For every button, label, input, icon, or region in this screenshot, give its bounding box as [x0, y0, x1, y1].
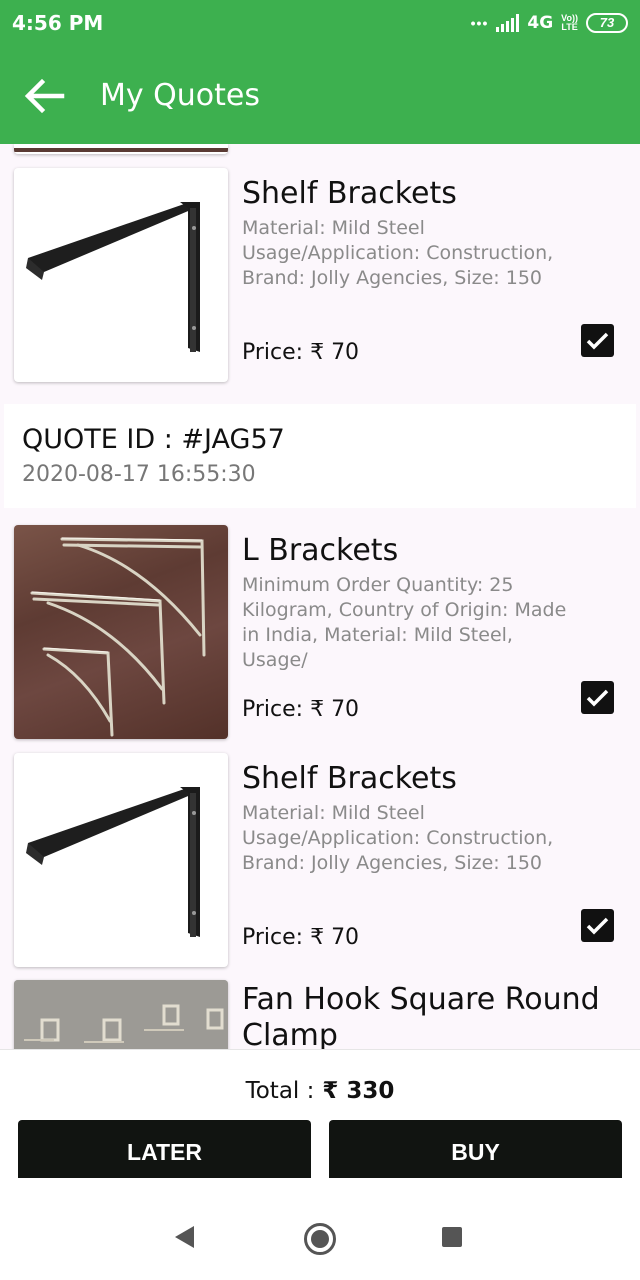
page-title: My Quotes — [100, 78, 261, 113]
product-image-cut — [14, 144, 228, 154]
list-item[interactable]: L Brackets Minimum Order Quantity: 25 Ki… — [0, 525, 640, 741]
quotes-list[interactable]: Shelf Brackets Material: Mild Steel Usag… — [0, 144, 640, 1049]
product-name: L Brackets — [242, 533, 399, 568]
product-image — [14, 168, 228, 382]
list-item[interactable]: Shelf Brackets Material: Mild Steel Usag… — [0, 168, 640, 384]
volte-icon: Vo)) LTE — [561, 13, 578, 32]
nav-recents-icon[interactable] — [442, 1227, 462, 1247]
select-checkbox[interactable] — [581, 681, 614, 714]
battery-icon: 73 — [586, 13, 628, 33]
checkmark-icon — [586, 917, 609, 935]
product-image — [14, 525, 228, 739]
back-button[interactable] — [22, 74, 66, 118]
product-description: Material: Mild Steel Usage/Application: … — [242, 217, 554, 289]
status-bar: 4:56 PM ••• 4G Vo)) LTE 73 — [0, 0, 640, 46]
product-image — [14, 753, 228, 967]
checkout-footer: Total : ₹ 330 LATER BUY — [0, 1049, 640, 1195]
quote-date: 2020-08-17 16:55:30 — [22, 462, 256, 487]
total-value: ₹ 330 — [322, 1078, 395, 1104]
status-time: 4:56 PM — [12, 11, 104, 35]
product-name: Fan Hook Square Round Clamp — [242, 982, 600, 1049]
checkmark-icon — [586, 689, 609, 707]
arrow-left-icon — [24, 78, 65, 114]
nav-home-icon[interactable] — [304, 1223, 336, 1255]
product-name: Shelf Brackets — [242, 176, 457, 211]
signal-icon — [496, 14, 520, 32]
product-name: Shelf Brackets — [242, 761, 457, 796]
total-label: Total : — [245, 1078, 315, 1104]
list-item[interactable]: Shelf Brackets Material: Mild Steel Usag… — [0, 753, 640, 969]
later-button[interactable]: LATER — [18, 1120, 311, 1178]
select-checkbox[interactable] — [581, 909, 614, 942]
notification-dots-icon: ••• — [470, 15, 489, 31]
product-image — [14, 980, 228, 1049]
nav-back-icon[interactable] — [175, 1226, 194, 1248]
app-bar: My Quotes — [0, 46, 640, 144]
select-checkbox[interactable] — [581, 324, 614, 357]
checkmark-icon — [586, 332, 609, 350]
system-nav-bar — [0, 1195, 640, 1280]
product-description: Material: Mild Steel Usage/Application: … — [242, 802, 554, 874]
product-price: Price: ₹ 70 — [242, 925, 360, 950]
buy-button[interactable]: BUY — [329, 1120, 622, 1178]
product-price: Price: ₹ 70 — [242, 340, 360, 365]
network-type: 4G — [527, 13, 554, 33]
product-price: Price: ₹ 70 — [242, 697, 360, 722]
status-icons: ••• 4G Vo)) LTE 73 — [471, 10, 628, 36]
list-item[interactable]: Fan Hook Square Round Clamp — [0, 980, 640, 1049]
quote-header: QUOTE ID : #JAG57 2020-08-17 16:55:30 — [0, 404, 640, 508]
quote-id: QUOTE ID : #JAG57 — [22, 424, 285, 455]
product-description: Minimum Order Quantity: 25 Kilogram, Cou… — [242, 574, 567, 671]
total-row: Total : ₹ 330 — [0, 1078, 640, 1104]
